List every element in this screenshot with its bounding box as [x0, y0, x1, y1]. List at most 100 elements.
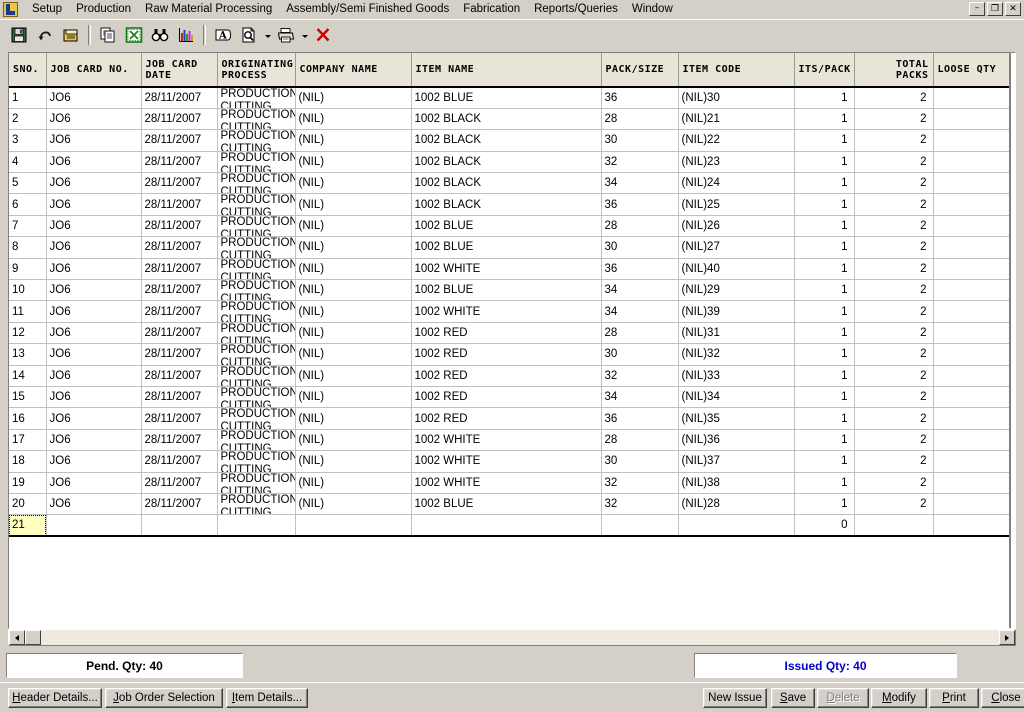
cell-pack-size[interactable]: 36: [601, 193, 679, 216]
cell-job-card-date[interactable]: 28/11/2007: [141, 172, 218, 195]
cell-loose-qty[interactable]: [933, 151, 1009, 174]
cell-total-packs[interactable]: 2: [854, 215, 934, 238]
minimize-button[interactable]: –: [969, 2, 985, 16]
cell-its-pack[interactable]: 1: [794, 407, 855, 430]
cell-total-packs[interactable]: 2: [854, 429, 934, 452]
cell-pack-size[interactable]: 28: [601, 322, 679, 345]
cell-total-packs[interactable]: 2: [854, 172, 934, 195]
cell-loose-qty[interactable]: [933, 514, 1009, 538]
cell-originating-process[interactable]: PRODUCTION CUTTING: [217, 151, 296, 174]
chart-icon[interactable]: [174, 23, 198, 47]
cell-item-name[interactable]: 1002 BLUE: [411, 215, 602, 238]
cell-sno[interactable]: 7: [9, 215, 47, 238]
cell-job-card-date[interactable]: 28/11/2007: [141, 343, 218, 366]
menu-item-setup[interactable]: Setup: [25, 1, 69, 18]
header-details-button[interactable]: Header Details...: [8, 688, 102, 708]
cell-pack-size[interactable]: 32: [601, 493, 679, 516]
cell-sno[interactable]: 21: [9, 514, 47, 538]
cell-originating-process[interactable]: PRODUCTION CUTTING: [217, 300, 296, 323]
cell-loose-qty[interactable]: [933, 429, 1009, 452]
cell-item-code[interactable]: (NIL)38: [678, 472, 795, 494]
cell-item-name[interactable]: 1002 BLACK: [411, 129, 602, 152]
cell-sno[interactable]: 16: [9, 407, 47, 430]
cell-item-code[interactable]: (NIL)21: [678, 108, 795, 131]
cell-loose-qty[interactable]: [933, 407, 1009, 430]
cell-item-name[interactable]: 1002 BLUE: [411, 279, 602, 302]
cell-item-name[interactable]: 1002 RED: [411, 343, 602, 366]
cell-job-card-date[interactable]: 28/11/2007: [141, 129, 218, 152]
cell-pack-size[interactable]: 30: [601, 129, 679, 152]
cell-job-card-no[interactable]: JO6: [46, 450, 142, 473]
print-preview-icon[interactable]: [237, 23, 261, 47]
export-excel-icon[interactable]: [122, 23, 146, 47]
close-button[interactable]: Close: [981, 688, 1024, 708]
cell-pack-size[interactable]: 34: [601, 172, 679, 195]
save-icon[interactable]: [7, 23, 31, 47]
cell-its-pack[interactable]: 1: [794, 236, 855, 259]
cell-job-card-date[interactable]: 28/11/2007: [141, 193, 218, 216]
cell-originating-process[interactable]: PRODUCTION CUTTING: [217, 108, 296, 131]
cell-job-card-no[interactable]: JO6: [46, 129, 142, 152]
cell-item-name[interactable]: 1002 WHITE: [411, 450, 602, 473]
cell-job-card-no[interactable]: JO6: [46, 258, 142, 281]
cell-its-pack[interactable]: 0: [794, 514, 855, 538]
printer-icon[interactable]: [274, 23, 298, 47]
cell-item-name[interactable]: 1002 BLUE: [411, 87, 602, 109]
cell-total-packs[interactable]: 2: [854, 129, 934, 152]
cell-company-name[interactable]: (NIL): [295, 193, 412, 216]
cell-item-name[interactable]: 1002 RED: [411, 365, 602, 387]
cell-item-name[interactable]: 1002 BLACK: [411, 172, 602, 195]
cell-job-card-date[interactable]: 28/11/2007: [141, 279, 218, 302]
cell-pack-size[interactable]: 32: [601, 472, 679, 494]
cell-job-card-no[interactable]: JO6: [46, 215, 142, 238]
cell-company-name[interactable]: (NIL): [295, 386, 412, 409]
table-row[interactable]: 9 JO6 28/11/2007 PRODUCTION CUTTING (NIL) 100…: [9, 258, 1009, 281]
cell-item-name[interactable]: 1002 RED: [411, 407, 602, 430]
cell-loose-qty[interactable]: [933, 172, 1009, 195]
cell-its-pack[interactable]: 1: [794, 193, 855, 216]
find-binoculars-icon[interactable]: [148, 23, 172, 47]
cell-its-pack[interactable]: 1: [794, 108, 855, 131]
cell-job-card-date[interactable]: 28/11/2007: [141, 300, 218, 323]
cell-its-pack[interactable]: 1: [794, 258, 855, 281]
column-header-loose-qty[interactable]: LOOSE QTY: [933, 53, 1009, 88]
cell-item-code[interactable]: (NIL)30: [678, 87, 795, 109]
cell-pack-size[interactable]: 32: [601, 365, 679, 387]
cell-sno[interactable]: 14: [9, 365, 47, 387]
cell-company-name[interactable]: (NIL): [295, 151, 412, 174]
cell-its-pack[interactable]: 1: [794, 172, 855, 195]
cell-pack-size[interactable]: 30: [601, 450, 679, 473]
cell-company-name[interactable]: (NIL): [295, 343, 412, 366]
close-red-x-icon[interactable]: [311, 23, 335, 47]
cell-pack-size[interactable]: 28: [601, 215, 679, 238]
cell-originating-process[interactable]: PRODUCTION CUTTING: [217, 365, 296, 387]
cell-originating-process[interactable]: PRODUCTION CUTTING: [217, 493, 296, 516]
cell-total-packs[interactable]: 2: [854, 236, 934, 259]
cell-sno[interactable]: 10: [9, 279, 47, 302]
cell-company-name[interactable]: (NIL): [295, 279, 412, 302]
cell-item-code[interactable]: (NIL)29: [678, 279, 795, 302]
menu-item-window[interactable]: Window: [625, 1, 680, 18]
cell-job-card-no[interactable]: JO6: [46, 322, 142, 345]
cell-originating-process[interactable]: PRODUCTION CUTTING: [217, 172, 296, 195]
cell-item-name[interactable]: 1002 RED: [411, 386, 602, 409]
cell-total-packs[interactable]: 2: [854, 450, 934, 473]
cell-sno[interactable]: 19: [9, 472, 47, 494]
close-button[interactable]: ✕: [1005, 2, 1021, 16]
data-grid[interactable]: SNO. JOB CARD NO. JOB CARD DATE ORIGINATING…: [8, 52, 1016, 629]
cell-job-card-date[interactable]: 28/11/2007: [141, 493, 218, 516]
cell-loose-qty[interactable]: [933, 322, 1009, 345]
cell-total-packs[interactable]: 2: [854, 258, 934, 281]
cell-item-code[interactable]: (NIL)31: [678, 322, 795, 345]
cell-loose-qty[interactable]: [933, 108, 1009, 131]
cell-its-pack[interactable]: 1: [794, 472, 855, 494]
cell-originating-process[interactable]: PRODUCTION CUTTING: [217, 343, 296, 366]
cell-pack-size[interactable]: 34: [601, 300, 679, 323]
cell-total-packs[interactable]: 2: [854, 108, 934, 131]
cell-company-name[interactable]: (NIL): [295, 472, 412, 494]
cell-originating-process[interactable]: PRODUCTION CUTTING: [217, 450, 296, 473]
undo-icon[interactable]: [33, 23, 57, 47]
cell-sno[interactable]: 8: [9, 236, 47, 259]
column-header-originating-process[interactable]: ORIGINATING PROCESS: [217, 53, 296, 88]
table-row[interactable]: 5 JO6 28/11/2007 PRODUCTION CUTTING (NIL) 100…: [9, 172, 1009, 195]
